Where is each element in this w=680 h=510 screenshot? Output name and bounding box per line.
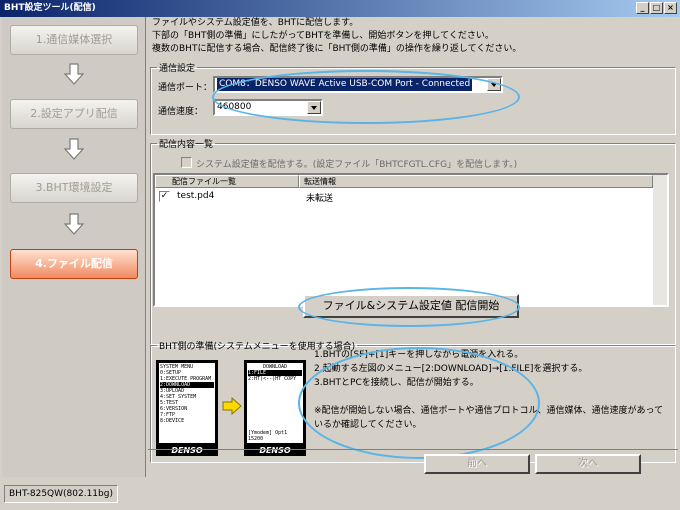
step-4-button[interactable]: 4.ファイル配信 [10, 249, 138, 279]
device-status: BHT-825QW(802.11bg) [4, 485, 118, 503]
intro-line: 下部の「BHT側の準備」にしたがってBHTを準備し、開始ボタンを押してください。 [152, 31, 494, 41]
table-row[interactable]: ✓ test.pd4 未転送 [157, 191, 653, 204]
prev-button[interactable]: 前へ [424, 454, 530, 474]
window-title: BHT設定ツール(配信) [4, 3, 96, 13]
down-arrow-icon [63, 138, 85, 160]
step-3-button[interactable]: 3.BHT環境設定 [10, 173, 138, 203]
next-button[interactable]: 次へ [535, 454, 641, 474]
status-bar: BHT-825QW(802.11bg) [0, 480, 680, 510]
main-panel: ファイルやシステム設定値を、BHTに配信します。 下部の「BHT側の準備」にした… [148, 17, 678, 477]
intro-line: 複数のBHTに配信する場合、配信終了後に「BHT側の準備」の操作を繰り返してくだ… [152, 44, 522, 54]
row-file: test.pd4 [177, 191, 215, 201]
bht-download-screenshot: DOWNLOAD 1:FILE 2:HT(<--)HT COPY [Ymodem… [244, 360, 306, 456]
comm-settings-legend: 通信設定 [159, 64, 196, 74]
highlight-annotation [212, 70, 520, 124]
column-header-file[interactable]: 配信ファイル一覧 [155, 175, 299, 188]
step-panel: 1.通信媒体選択 2.設定アプリ配信 3.BHT環境設定 4.ファイル配信 [2, 17, 146, 477]
down-arrow-icon [63, 213, 85, 235]
system-settings-label: システム設定値を配信する。(設定ファイル「BHTCFGTL.CFG」を配信します… [196, 160, 518, 170]
maximize-button[interactable]: □ [650, 2, 663, 14]
down-arrow-icon [63, 63, 85, 85]
intro-text: ファイルやシステム設定値を、BHTに配信します。 下部の「BHT側の準備」にした… [152, 17, 521, 56]
step-2-button[interactable]: 2.設定アプリ配信 [10, 99, 138, 129]
bht-menu-screen: SYSTEM MENU 0:SETUP 1:EXECUTE PROGRAM 2:… [159, 363, 215, 443]
system-settings-checkbox[interactable] [181, 157, 192, 168]
screen-line: 8:DEVICE [160, 418, 185, 424]
screen-line: [Ymodem] Opt1 15200 [248, 430, 288, 442]
port-label: 通信ポート： [158, 83, 213, 93]
bht-download-screen: DOWNLOAD 1:FILE 2:HT(<--)HT COPY [Ymodem… [247, 363, 303, 443]
list-scrollbar[interactable] [653, 175, 667, 305]
speed-label: 通信速度： [158, 107, 204, 117]
minimize-button[interactable]: _ [636, 2, 649, 14]
intro-line: ファイルやシステム設定値を、BHTに配信します。 [152, 18, 359, 28]
delivery-legend: 配信内容一覧 [159, 140, 214, 150]
bht-menu-screenshot: SYSTEM MENU 0:SETUP 1:EXECUTE PROGRAM 2:… [156, 360, 218, 456]
row-checkbox[interactable]: ✓ [159, 191, 170, 202]
step-1-button[interactable]: 1.通信媒体選択 [10, 25, 138, 55]
column-header-status[interactable]: 転送情報 [299, 175, 653, 188]
row-status: 未転送 [306, 194, 334, 204]
highlight-annotation [298, 287, 520, 327]
screen-line: 2:HT(<--)HT COPY [248, 376, 297, 382]
right-arrow-icon [222, 397, 242, 415]
close-button[interactable]: × [664, 2, 677, 14]
highlight-annotation [298, 347, 540, 459]
title-bar: BHT設定ツール(配信) _ □ × [0, 0, 680, 17]
